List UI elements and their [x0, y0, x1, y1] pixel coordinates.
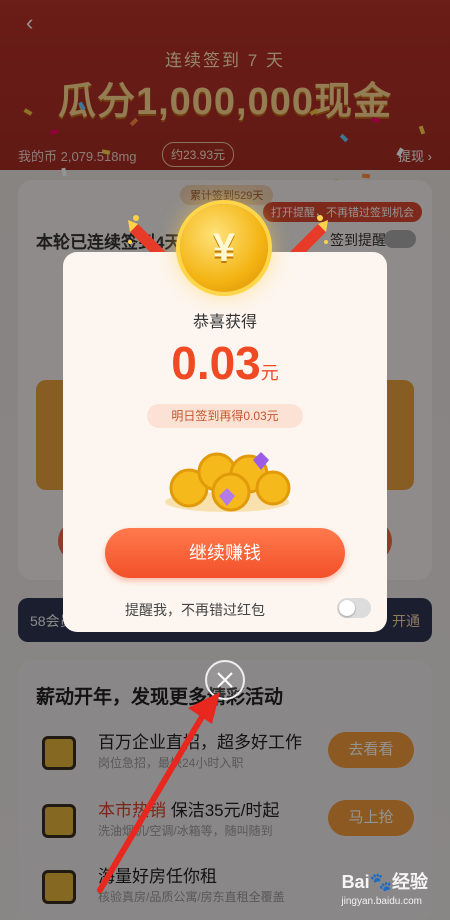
remind-me-toggle[interactable] [337, 598, 371, 618]
tomorrow-reward-tag: 明日签到再得0.03元 [147, 404, 303, 428]
baidu-watermark: Bai🐾经验 [341, 872, 428, 892]
reward-popup: 恭喜获得 0.03元 明日签到再得0.03元 继续赚钱 提醒我，不再错过红包 [63, 252, 387, 632]
annotation-arrow-icon [97, 692, 220, 893]
reward-amount-unit: 元 [260, 363, 279, 383]
coin-pile-icon [165, 452, 291, 512]
remind-me-label: 提醒我，不再错过红包 [125, 602, 265, 618]
reward-amount-value: 0.03 [171, 337, 261, 389]
yuan-coin-icon: ¥ [180, 204, 268, 292]
congrats-text: 恭喜获得 [192, 314, 257, 331]
reward-amount: 0.03元 [63, 336, 387, 390]
continue-earning-button[interactable]: 继续赚钱 [105, 528, 345, 578]
baidu-watermark-url: jingyan.baidu.com [341, 896, 422, 907]
toggle-knob [339, 600, 355, 616]
close-icon [217, 672, 233, 688]
